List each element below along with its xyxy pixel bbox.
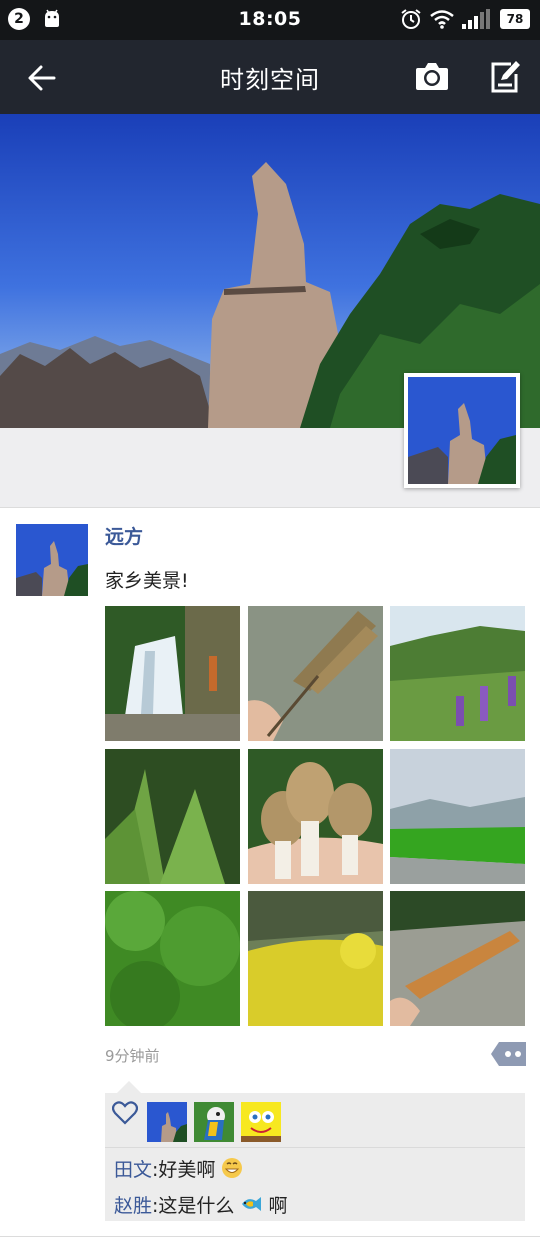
parrot-avatar[interactable] [194,1102,234,1142]
mountain-peak-avatar[interactable] [147,1102,187,1142]
signal-icon [462,9,490,29]
comment-text-suffix: 啊 [268,1195,288,1217]
comment-menu-icon[interactable] [491,1042,526,1066]
photo-green-shrubs[interactable] [105,891,240,1026]
post-author-name[interactable]: 远方 [105,522,143,549]
photo-morel-mushrooms[interactable] [247,748,383,884]
comment-item: 赵胜:这是什么 啊 [114,1195,288,1217]
likes-comments-panel: 田文:好美啊 赵胜:这是什么 啊 [105,1093,525,1221]
likes-pointer [117,1081,141,1093]
compose-icon[interactable] [489,58,523,94]
comment-author[interactable]: 赵胜 [114,1195,152,1217]
wifi-icon [430,10,454,29]
fish-emoji-icon [242,1197,262,1211]
grin-emoji-icon [222,1158,243,1178]
post-timestamp: 9分钟前 [105,1047,160,1065]
photo-grilled-fish[interactable] [247,606,383,741]
photo-waterfall[interactable] [105,606,240,741]
comment-text: 好美啊 [158,1159,216,1181]
comment-text: 这是什么 [158,1195,235,1217]
photo-grid [105,606,525,1026]
comment-author[interactable]: 田文 [114,1159,152,1181]
photo-ferns[interactable] [105,748,240,884]
likes-row [105,1093,525,1148]
post-text: 家乡美景! [105,570,189,592]
page-title: 时刻空间 [220,66,320,94]
battery-icon: 78 [500,9,530,29]
photo-yellow-rapeseed-flowers[interactable] [247,891,383,1026]
photo-purple-wildflowers[interactable] [390,606,525,741]
spongebob-avatar[interactable] [241,1102,281,1142]
photo-green-field-road[interactable] [390,748,525,884]
photo-roasted-fish-on-rocks[interactable] [390,891,525,1026]
camera-icon[interactable] [414,59,450,93]
author-avatar[interactable] [16,524,88,596]
alarm-icon [401,9,421,29]
divider [0,1236,540,1237]
heart-icon [112,1101,138,1125]
comment-item: 田文:好美啊 [114,1155,243,1182]
title-bar: 时刻空间 [0,40,540,114]
status-bar: 2 18:05 78 [0,0,540,40]
profile-avatar[interactable] [404,373,520,488]
